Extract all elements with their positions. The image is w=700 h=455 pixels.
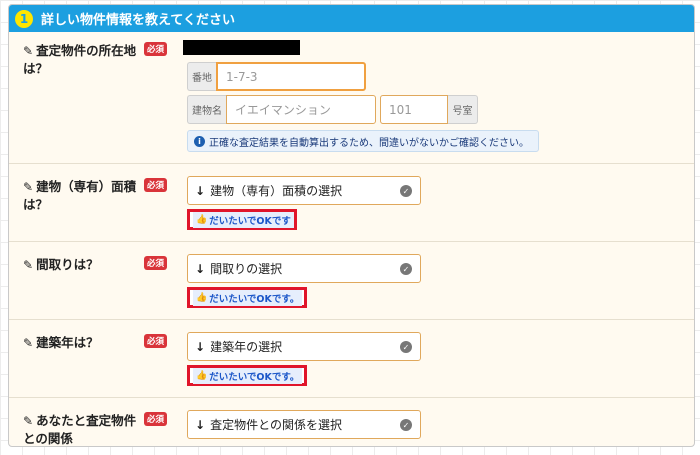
building-field-group: 建物名 イエイマンション bbox=[187, 95, 376, 124]
property-info-panel: 1 詳しい物件情報を教えてください ✎ 査定物件の所在地は？ 必須 番地 1-7-… bbox=[8, 4, 695, 447]
required-badge: 必須 bbox=[144, 178, 167, 192]
required-badge: 必須 bbox=[144, 42, 167, 56]
arrow-down-icon: ↓ bbox=[195, 261, 206, 276]
ok-hint-box: 👍 だいたいでOKです。 bbox=[187, 287, 307, 308]
pencil-icon: ✎ bbox=[23, 258, 34, 272]
arrow-down-icon: ↓ bbox=[195, 183, 206, 198]
info-icon: i bbox=[194, 135, 205, 147]
ok-hint: 👍 だいたいでOKです。 bbox=[193, 289, 303, 306]
address-question-label: ✎ 査定物件の所在地は？ bbox=[23, 43, 137, 76]
required-badge: 必須 bbox=[144, 256, 167, 270]
panel-header: 1 詳しい物件情報を教えてください bbox=[9, 5, 694, 32]
check-circle-icon: ✓ bbox=[400, 341, 412, 353]
row-address: ✎ 査定物件の所在地は？ 必須 番地 1-7-3 建物名 イエイマンション 101… bbox=[9, 32, 694, 163]
confirm-notice: i 正確な査定結果を自動算出するため、間違いがないかご確認ください。 bbox=[187, 130, 539, 152]
building-name-input[interactable]: イエイマンション bbox=[226, 95, 376, 124]
panel-title: 詳しい物件情報を教えてください bbox=[41, 13, 235, 28]
pencil-icon: ✎ bbox=[23, 414, 34, 428]
build-year-select[interactable]: ↓ 建築年の選択 ✓ bbox=[187, 332, 421, 361]
row-relationship: ✎ あなたと査定物件との関係 必須 ↓ 査定物件との関係を選択 ✓ bbox=[9, 397, 694, 446]
ok-hint-box: 👍 だいたいでOKです。 bbox=[187, 365, 307, 386]
floorplan-question-label: ✎ 間取りは？ bbox=[23, 257, 99, 272]
area-select[interactable]: ↓ 建物（専有）面積の選択 ✓ bbox=[187, 176, 421, 205]
check-circle-icon: ✓ bbox=[400, 419, 412, 431]
pencil-icon: ✎ bbox=[23, 44, 34, 58]
ok-hint: 👍 だいたいでOKです bbox=[193, 211, 294, 228]
banchi-field-group: 番地 1-7-3 bbox=[187, 62, 366, 91]
relationship-select[interactable]: ↓ 査定物件との関係を選択 ✓ bbox=[187, 410, 421, 439]
thumbs-up-icon: 👍 bbox=[196, 292, 208, 303]
row-build-year: ✎ 建築年は？ 必須 ↓ 建築年の選択 ✓ 👍 だいたいでOKです。 bbox=[9, 319, 694, 397]
pencil-icon: ✎ bbox=[23, 336, 34, 350]
build-year-question-label: ✎ 建築年は？ bbox=[23, 335, 99, 350]
area-question-label: ✎ 建物（専有）面積は？ bbox=[23, 179, 137, 212]
ok-hint-box: 👍 だいたいでOKです bbox=[187, 209, 297, 230]
ok-hint: 👍 だいたいでOKです。 bbox=[193, 367, 303, 384]
check-circle-icon: ✓ bbox=[400, 263, 412, 275]
step-number-badge: 1 bbox=[15, 9, 33, 28]
floorplan-select[interactable]: ↓ 間取りの選択 ✓ bbox=[187, 254, 421, 283]
room-field-group: 101 号室 bbox=[380, 95, 478, 124]
room-number-input[interactable]: 101 bbox=[380, 95, 448, 124]
room-addon: 号室 bbox=[448, 95, 478, 124]
check-circle-icon: ✓ bbox=[400, 185, 412, 197]
banchi-addon: 番地 bbox=[187, 62, 216, 91]
required-badge: 必須 bbox=[144, 412, 167, 426]
banchi-input[interactable]: 1-7-3 bbox=[216, 62, 366, 91]
building-addon: 建物名 bbox=[187, 95, 226, 124]
thumbs-up-icon: 👍 bbox=[196, 214, 208, 225]
arrow-down-icon: ↓ bbox=[195, 339, 206, 354]
arrow-down-icon: ↓ bbox=[195, 417, 206, 432]
redacted-address bbox=[183, 40, 300, 55]
row-area: ✎ 建物（専有）面積は？ 必須 ↓ 建物（専有）面積の選択 ✓ 👍 だいたいでOKで… bbox=[9, 163, 694, 241]
relationship-question-label: ✎ あなたと査定物件との関係 bbox=[23, 413, 137, 446]
pencil-icon: ✎ bbox=[23, 180, 34, 194]
required-badge: 必須 bbox=[144, 334, 167, 348]
row-floorplan: ✎ 間取りは？ 必須 ↓ 間取りの選択 ✓ 👍 だいたいでOKです。 bbox=[9, 241, 694, 319]
thumbs-up-icon: 👍 bbox=[196, 370, 208, 381]
